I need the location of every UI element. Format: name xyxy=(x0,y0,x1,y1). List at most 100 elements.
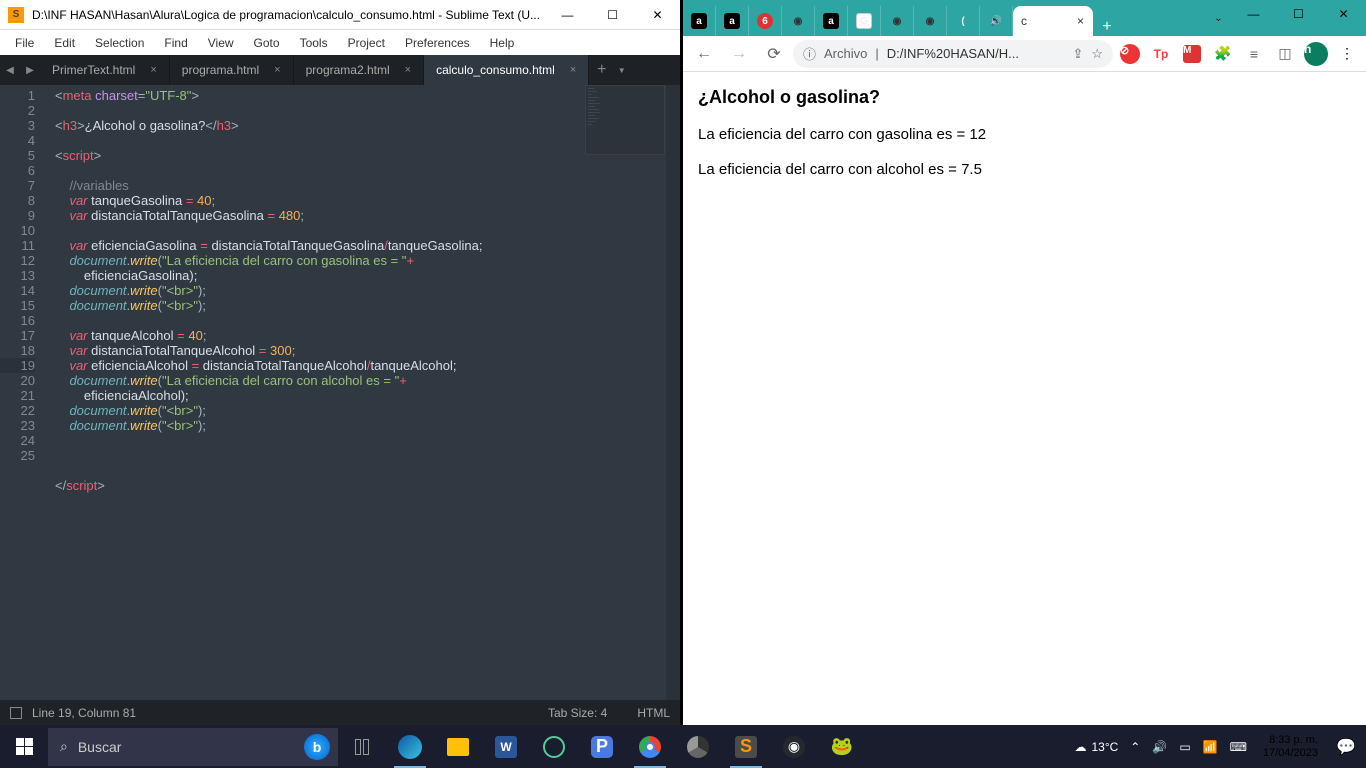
tab-size[interactable]: Tab Size: 4 xyxy=(548,706,607,720)
menu-tools[interactable]: Tools xyxy=(290,32,338,54)
browser-tab-active[interactable]: c× xyxy=(1013,6,1093,36)
tray-overflow-icon[interactable]: ⌃ xyxy=(1130,740,1140,754)
forward-button[interactable]: → xyxy=(723,38,755,70)
search-box[interactable]: ⌕ Buscar b xyxy=(48,728,338,766)
reload-button[interactable]: ⟳ xyxy=(758,38,790,70)
output-line-1: La eficiencia del carro con gasolina es … xyxy=(698,126,1351,143)
taskbar-app[interactable]: P xyxy=(578,725,626,768)
taskbar-app[interactable]: 🐸 xyxy=(818,725,866,768)
tab-prev-icon[interactable]: ◀ xyxy=(0,55,20,85)
menu-selection[interactable]: Selection xyxy=(85,32,154,54)
battery-icon[interactable]: ▭ xyxy=(1179,740,1190,754)
title-bar[interactable]: S D:\INF HASAN\Hasan\Alura\Logica de pro… xyxy=(0,0,680,30)
taskbar-app-chrome[interactable] xyxy=(626,725,674,768)
windows-icon xyxy=(16,738,33,755)
tab-close-icon[interactable]: × xyxy=(1072,14,1084,28)
taskbar-app[interactable] xyxy=(530,725,578,768)
browser-tab[interactable]: 🔊 xyxy=(980,6,1013,36)
menu-bar: File Edit Selection Find View Goto Tools… xyxy=(0,30,680,55)
browser-tab[interactable]: a xyxy=(683,6,716,36)
profile-avatar[interactable]: h xyxy=(1302,40,1330,68)
menu-find[interactable]: Find xyxy=(154,32,197,54)
menu-goto[interactable]: Goto xyxy=(244,32,290,54)
menu-view[interactable]: View xyxy=(198,32,244,54)
scrollbar[interactable] xyxy=(666,85,680,700)
browser-tab[interactable]: 6 xyxy=(749,6,782,36)
tab-close-icon[interactable]: × xyxy=(150,64,156,76)
tab-close-icon[interactable]: × xyxy=(274,64,280,76)
start-button[interactable] xyxy=(0,725,48,768)
tab-next-icon[interactable]: ▶ xyxy=(20,55,40,85)
minimize-button[interactable]: — xyxy=(545,0,590,30)
tab-programa2[interactable]: programa2.html× xyxy=(294,55,424,85)
sublime-icon: S xyxy=(735,736,757,758)
share-icon[interactable]: ⇪ xyxy=(1072,46,1083,62)
browser-tab[interactable]: ◉ xyxy=(782,6,815,36)
taskbar-app-edge[interactable] xyxy=(386,725,434,768)
browser-tab[interactable]: G xyxy=(848,6,881,36)
notifications-button[interactable]: 💬 xyxy=(1326,725,1366,768)
wifi-icon[interactable]: 📶 xyxy=(1203,740,1218,754)
menu-help[interactable]: Help xyxy=(480,32,525,54)
favicon-icon: 6 xyxy=(757,13,773,29)
minimap[interactable]: ━━━━━━━━━━━━━━━━━━━━━━━━━━━━━━━━━━━━━━━━… xyxy=(585,85,665,155)
favicon-icon: a xyxy=(691,13,707,29)
taskbar-app-github[interactable]: ◉ xyxy=(770,725,818,768)
menu-file[interactable]: File xyxy=(5,32,44,54)
tab-dropdown-icon[interactable]: ▼ xyxy=(614,66,629,75)
taskbar-app-explorer[interactable] xyxy=(434,725,482,768)
tab-primertext[interactable]: PrimerText.html× xyxy=(40,55,170,85)
browser-tab[interactable]: ◉ xyxy=(914,6,947,36)
menu-project[interactable]: Project xyxy=(338,32,395,54)
folder-icon xyxy=(447,738,469,756)
tabs-overflow-icon[interactable]: ⌄ xyxy=(1206,0,1231,36)
bookmark-icon[interactable]: ☆ xyxy=(1091,46,1103,62)
word-icon: W xyxy=(495,736,517,758)
taskbar-app-sublime[interactable]: S xyxy=(722,725,770,768)
weather-widget[interactable]: ☁ 13°C xyxy=(1074,740,1118,754)
output-line-2: La eficiencia del carro con alcohol es =… xyxy=(698,161,1351,178)
maximize-button[interactable]: ☐ xyxy=(590,0,635,30)
site-info-icon[interactable]: ⓘ xyxy=(803,44,816,63)
side-panel-icon[interactable]: ◫ xyxy=(1271,40,1299,68)
browser-tab[interactable]: a xyxy=(815,6,848,36)
cortana-icon[interactable]: b xyxy=(304,734,330,760)
menu-edit[interactable]: Edit xyxy=(44,32,85,54)
tab-programa[interactable]: programa.html× xyxy=(170,55,294,85)
taskbar-app-word[interactable]: W xyxy=(482,725,530,768)
sidebar-toggle-icon[interactable] xyxy=(10,707,22,719)
maximize-button[interactable]: ☐ xyxy=(1276,0,1321,28)
menu-preferences[interactable]: Preferences xyxy=(395,32,480,54)
browser-tab[interactable]: ( xyxy=(947,6,980,36)
app-icon: P xyxy=(591,736,613,758)
minimize-button[interactable]: — xyxy=(1231,0,1276,28)
extension-icon[interactable]: ⊘ xyxy=(1116,40,1144,68)
close-button[interactable]: ✕ xyxy=(1321,0,1366,28)
browser-tab[interactable]: ◉ xyxy=(881,6,914,36)
extensions-icon[interactable]: 🧩 xyxy=(1209,40,1237,68)
chrome-titlebar[interactable]: a a 6 ◉ a G ◉ ◉ ( 🔊 c× + ⌄ — ☐ ✕ xyxy=(683,0,1366,36)
volume-icon[interactable]: 🔊 xyxy=(1152,740,1167,754)
app-icon: 🐸 xyxy=(831,736,853,758)
menu-icon[interactable]: ⋮ xyxy=(1333,40,1361,68)
close-button[interactable]: ✕ xyxy=(635,0,680,30)
task-view-button[interactable] xyxy=(338,725,386,768)
tab-calculo-consumo[interactable]: calculo_consumo.html× xyxy=(424,55,589,85)
extension-icon[interactable]: Tp xyxy=(1147,40,1175,68)
new-tab-button[interactable]: + xyxy=(1093,18,1121,36)
tab-close-icon[interactable]: × xyxy=(570,64,576,76)
line-gutter[interactable]: 1234567891011121314151617181920212223242… xyxy=(0,85,45,700)
browser-tab[interactable]: a xyxy=(716,6,749,36)
back-button[interactable]: ← xyxy=(688,38,720,70)
tab-close-icon[interactable]: × xyxy=(405,64,411,76)
syntax-mode[interactable]: HTML xyxy=(637,706,670,720)
code-content[interactable]: <meta charset="UTF-8"> <h3>¿Alcohol o ga… xyxy=(45,85,680,700)
new-tab-button[interactable]: + xyxy=(589,61,614,79)
language-icon[interactable]: ⌨ xyxy=(1230,740,1247,754)
extension-icon[interactable]: M xyxy=(1178,40,1206,68)
clock[interactable]: 8:33 p. m. 17/04/2023 xyxy=(1255,734,1326,760)
address-bar[interactable]: ⓘ Archivo | D:/INF%20HASAN/H... ⇪ ☆ xyxy=(793,40,1113,68)
reading-list-icon[interactable]: ≡ xyxy=(1240,40,1268,68)
editor-area[interactable]: 1234567891011121314151617181920212223242… xyxy=(0,85,680,700)
taskbar-app-chrome-canary[interactable] xyxy=(674,725,722,768)
